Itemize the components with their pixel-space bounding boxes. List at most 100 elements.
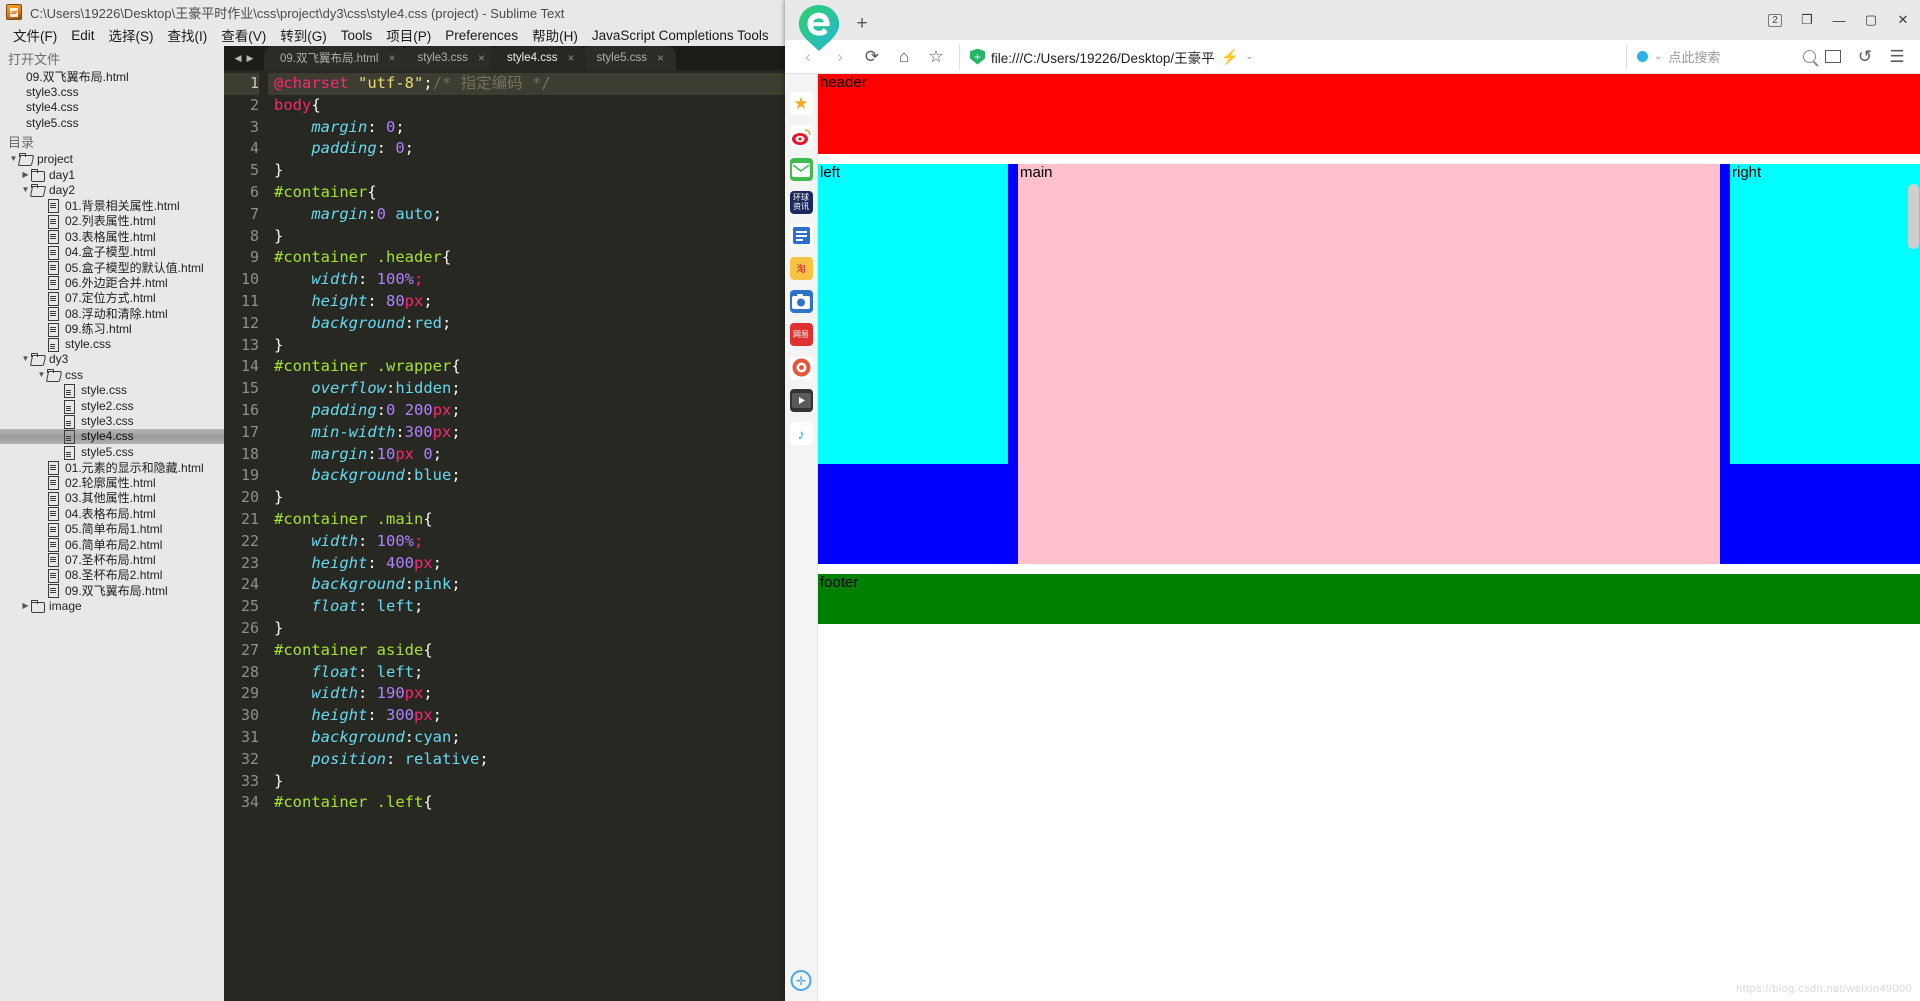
- close-tab-icon[interactable]: ×: [657, 51, 664, 65]
- close-window-button[interactable]: ✕: [1888, 7, 1918, 33]
- bookmark-star-icon[interactable]: ☆: [921, 43, 951, 71]
- open-file-item[interactable]: 09.双飞翼布局.html: [0, 69, 224, 84]
- tree-file[interactable]: 09.练习.html: [0, 321, 224, 337]
- tree-file[interactable]: 09.双飞翼布局.html: [0, 583, 224, 599]
- tab-scroll-arrows[interactable]: ◀ ▶: [224, 46, 264, 70]
- turbo-bolt-icon[interactable]: ⚡: [1221, 48, 1240, 66]
- weibo-icon[interactable]: [789, 125, 813, 148]
- tree-folder[interactable]: ▼ dy3: [0, 352, 224, 367]
- sidebar[interactable]: 打开文件 09.双飞翼布局.html style3.css style4.css st…: [0, 46, 224, 1001]
- menu-item-7[interactable]: 项目(P): [379, 23, 438, 47]
- open-file-item[interactable]: style5.css: [0, 115, 224, 130]
- close-tab-icon[interactable]: ×: [388, 51, 395, 65]
- open-files-list[interactable]: 09.双飞翼布局.html style3.css style4.css style5.…: [0, 69, 224, 131]
- tree-file[interactable]: 08.圣杯布局2.html: [0, 567, 224, 583]
- restore-down-button[interactable]: ❐: [1792, 7, 1822, 33]
- news-icon[interactable]: 环球 资讯: [789, 191, 813, 214]
- browser-left-sidebar[interactable]: ★ 环球 资讯 淘 网易 ♪ ✛: [785, 74, 818, 1001]
- video-icon[interactable]: [789, 389, 813, 412]
- menu-item-0[interactable]: 文件(F): [6, 23, 64, 47]
- open-file-item[interactable]: style4.css: [0, 100, 224, 115]
- tree-file[interactable]: 04.表格布局.html: [0, 506, 224, 522]
- window-controls[interactable]: 2 ❐ — ▢ ✕: [1760, 0, 1920, 40]
- tree-file[interactable]: 01.背景相关属性.html: [0, 198, 224, 214]
- tree-folder[interactable]: ▶ day1: [0, 167, 224, 182]
- search-engine-chevron-icon[interactable]: ⌄: [1654, 51, 1662, 62]
- menu-item-9[interactable]: 帮助(H): [525, 23, 585, 47]
- globe-icon[interactable]: ✛: [790, 970, 812, 991]
- apps-icon[interactable]: 网易: [789, 323, 813, 346]
- address-bar[interactable]: file:///C:/Users/19226/Desktop/王豪平 ⚡ ⌄: [959, 43, 1624, 70]
- tree-file[interactable]: style.css: [0, 336, 224, 352]
- chevron-down-icon[interactable]: ▼: [20, 186, 31, 194]
- tree-file[interactable]: 08.浮动和清除.html: [0, 305, 224, 322]
- browser-toolbar[interactable]: ‹ › ⟳ ⌂ ☆ file:///C:/Users/19226/Desktop…: [785, 40, 1920, 74]
- search-icon[interactable]: [1803, 50, 1816, 63]
- tree-file[interactable]: 06.简单布局2.html: [0, 536, 224, 553]
- minimize-button[interactable]: —: [1824, 7, 1854, 33]
- menu-item-8[interactable]: Preferences: [438, 26, 525, 45]
- editor-tab[interactable]: style4.css ×: [490, 46, 587, 70]
- tree-file[interactable]: 03.表格属性.html: [0, 229, 224, 245]
- menu-item-10[interactable]: JavaScript Completions Tools: [585, 26, 776, 45]
- chevron-down-icon[interactable]: ⌄: [1245, 51, 1253, 62]
- new-tab-button[interactable]: +: [847, 8, 877, 40]
- shop-icon[interactable]: 淘: [789, 257, 813, 280]
- tree-file[interactable]: 01.元素的显示和隐藏.html: [0, 459, 224, 476]
- menu-item-1[interactable]: Edit: [64, 26, 101, 45]
- chevron-right-icon[interactable]: ▶: [20, 170, 31, 179]
- music-icon[interactable]: ♪: [789, 422, 813, 445]
- tab-next-icon[interactable]: ▶: [247, 53, 254, 64]
- history-back-icon[interactable]: ↺: [1850, 43, 1880, 71]
- folder-tree[interactable]: ▼ project ▶ day1 ▼ day2 01.背景相关属性.html 02.列表属性.…: [0, 152, 224, 614]
- tree-file[interactable]: 03.其他属性.html: [0, 490, 224, 506]
- tree-folder[interactable]: ▼ css: [0, 367, 224, 382]
- tree-file[interactable]: style4.css: [0, 428, 224, 445]
- tab-prev-icon[interactable]: ◀: [235, 53, 242, 64]
- star-icon[interactable]: ★: [789, 92, 813, 115]
- chevron-down-icon[interactable]: ▼: [8, 155, 19, 163]
- tree-folder[interactable]: ▼ project: [0, 152, 224, 167]
- menu-item-3[interactable]: 查找(I): [161, 23, 215, 47]
- doc-icon[interactable]: [789, 224, 813, 247]
- tree-file[interactable]: style3.css: [0, 413, 224, 429]
- editor-tabs[interactable]: 09.双飞翼布局.html × style3.css × style4.css × styl…: [264, 46, 676, 70]
- tree-file[interactable]: 05.简单布局1.html: [0, 521, 224, 537]
- close-tab-icon[interactable]: ×: [567, 51, 574, 65]
- tree-folder[interactable]: ▶ image: [0, 598, 224, 613]
- tree-file[interactable]: 04.盒子模型.html: [0, 244, 224, 260]
- mail-icon[interactable]: [789, 158, 813, 181]
- search-box[interactable]: ⌄ 点此搜索: [1626, 43, 1816, 70]
- tree-file[interactable]: style2.css: [0, 398, 224, 414]
- menu-item-2[interactable]: 选择(S): [102, 23, 161, 47]
- tree-file[interactable]: 07.定位方式.html: [0, 290, 224, 306]
- tree-file[interactable]: 02.轮廓属性.html: [0, 475, 224, 491]
- tree-folder[interactable]: ▼ day2: [0, 182, 224, 197]
- game-icon[interactable]: [789, 356, 813, 379]
- close-tab-icon[interactable]: ×: [478, 51, 485, 65]
- menu-item-5[interactable]: 转到(G): [273, 23, 334, 47]
- tree-file[interactable]: style5.css: [0, 444, 224, 460]
- tree-file[interactable]: 07.圣杯布局.html: [0, 552, 224, 568]
- camera-icon[interactable]: [789, 290, 813, 313]
- tab-count-badge[interactable]: 2: [1760, 7, 1790, 33]
- tree-file[interactable]: 05.盒子模型的默认值.html: [0, 259, 224, 275]
- tree-file[interactable]: 02.列表属性.html: [0, 213, 224, 229]
- tree-file[interactable]: 06.外边距合并.html: [0, 275, 224, 291]
- editor-tab[interactable]: 09.双飞翼布局.html ×: [264, 46, 408, 70]
- reload-icon[interactable]: ⟳: [857, 43, 887, 71]
- scrollbar-thumb[interactable]: [1908, 184, 1919, 249]
- collections-icon[interactable]: [1818, 43, 1848, 71]
- chevron-down-icon[interactable]: ▼: [36, 370, 47, 379]
- chevron-right-icon[interactable]: ▶: [20, 601, 31, 610]
- chevron-down-icon[interactable]: ▼: [20, 355, 31, 363]
- home-icon[interactable]: ⌂: [889, 43, 919, 71]
- menu-item-6[interactable]: Tools: [334, 26, 380, 45]
- tree-file[interactable]: style.css: [0, 382, 224, 399]
- open-file-item[interactable]: style3.css: [0, 84, 224, 99]
- editor-tab[interactable]: style3.css ×: [401, 46, 497, 70]
- maximize-button[interactable]: ▢: [1856, 7, 1886, 33]
- menu-item-4[interactable]: 查看(V): [214, 23, 273, 47]
- page-scrollbar[interactable]: [1906, 74, 1920, 1001]
- editor-tab[interactable]: style5.css ×: [580, 46, 676, 70]
